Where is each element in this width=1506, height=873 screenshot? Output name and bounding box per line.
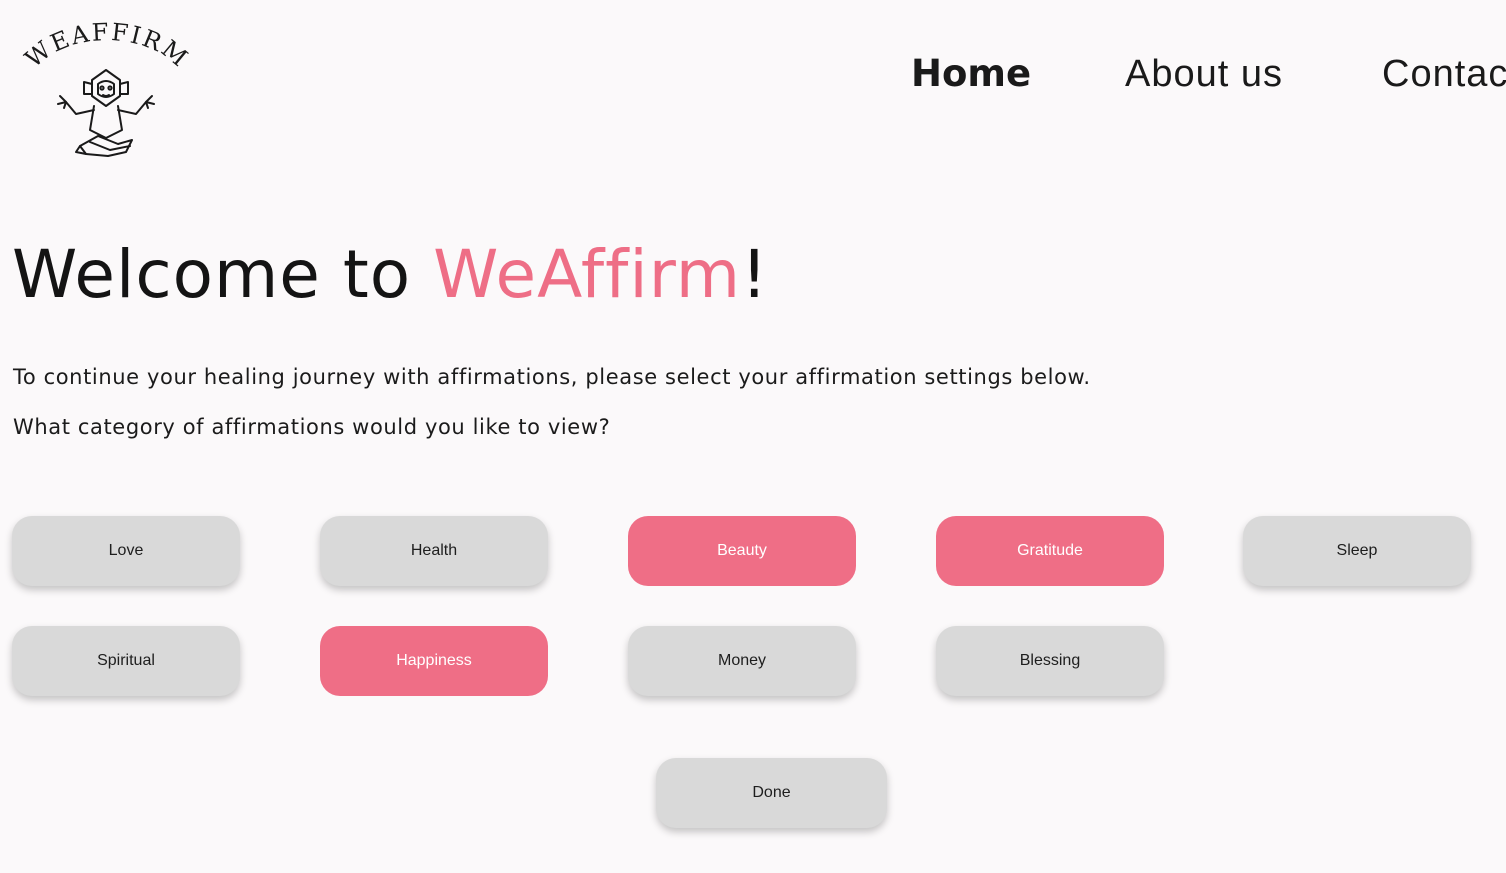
category-gratitude-button[interactable]: Gratitude [936, 516, 1164, 586]
intro-text: To continue your healing journey with af… [13, 365, 1091, 389]
category-happiness-button[interactable]: Happiness [320, 626, 548, 696]
category-sleep-button[interactable]: Sleep [1243, 516, 1471, 586]
category-money-button[interactable]: Money [628, 626, 856, 696]
category-health-button[interactable]: Health [320, 516, 548, 586]
welcome-suffix: ! [741, 236, 769, 313]
nav-contact-link[interactable]: Contact [1382, 48, 1506, 100]
nav-about-link[interactable]: About us [1125, 48, 1283, 100]
welcome-heading: Welcome to WeAffirm! [12, 230, 768, 320]
nav-home-link[interactable]: Home [911, 48, 1031, 100]
category-spiritual-button[interactable]: Spiritual [12, 626, 240, 696]
done-button[interactable]: Done [656, 758, 887, 828]
welcome-brand-name: WeAffirm [433, 236, 741, 313]
category-question: What category of affirmations would you … [13, 415, 611, 439]
category-love-button[interactable]: Love [12, 516, 240, 586]
category-beauty-button[interactable]: Beauty [628, 516, 856, 586]
category-blessing-button[interactable]: Blessing [936, 626, 1164, 696]
main-nav: Home About us Contact [0, 48, 1506, 100]
welcome-prefix: Welcome to [12, 236, 434, 313]
